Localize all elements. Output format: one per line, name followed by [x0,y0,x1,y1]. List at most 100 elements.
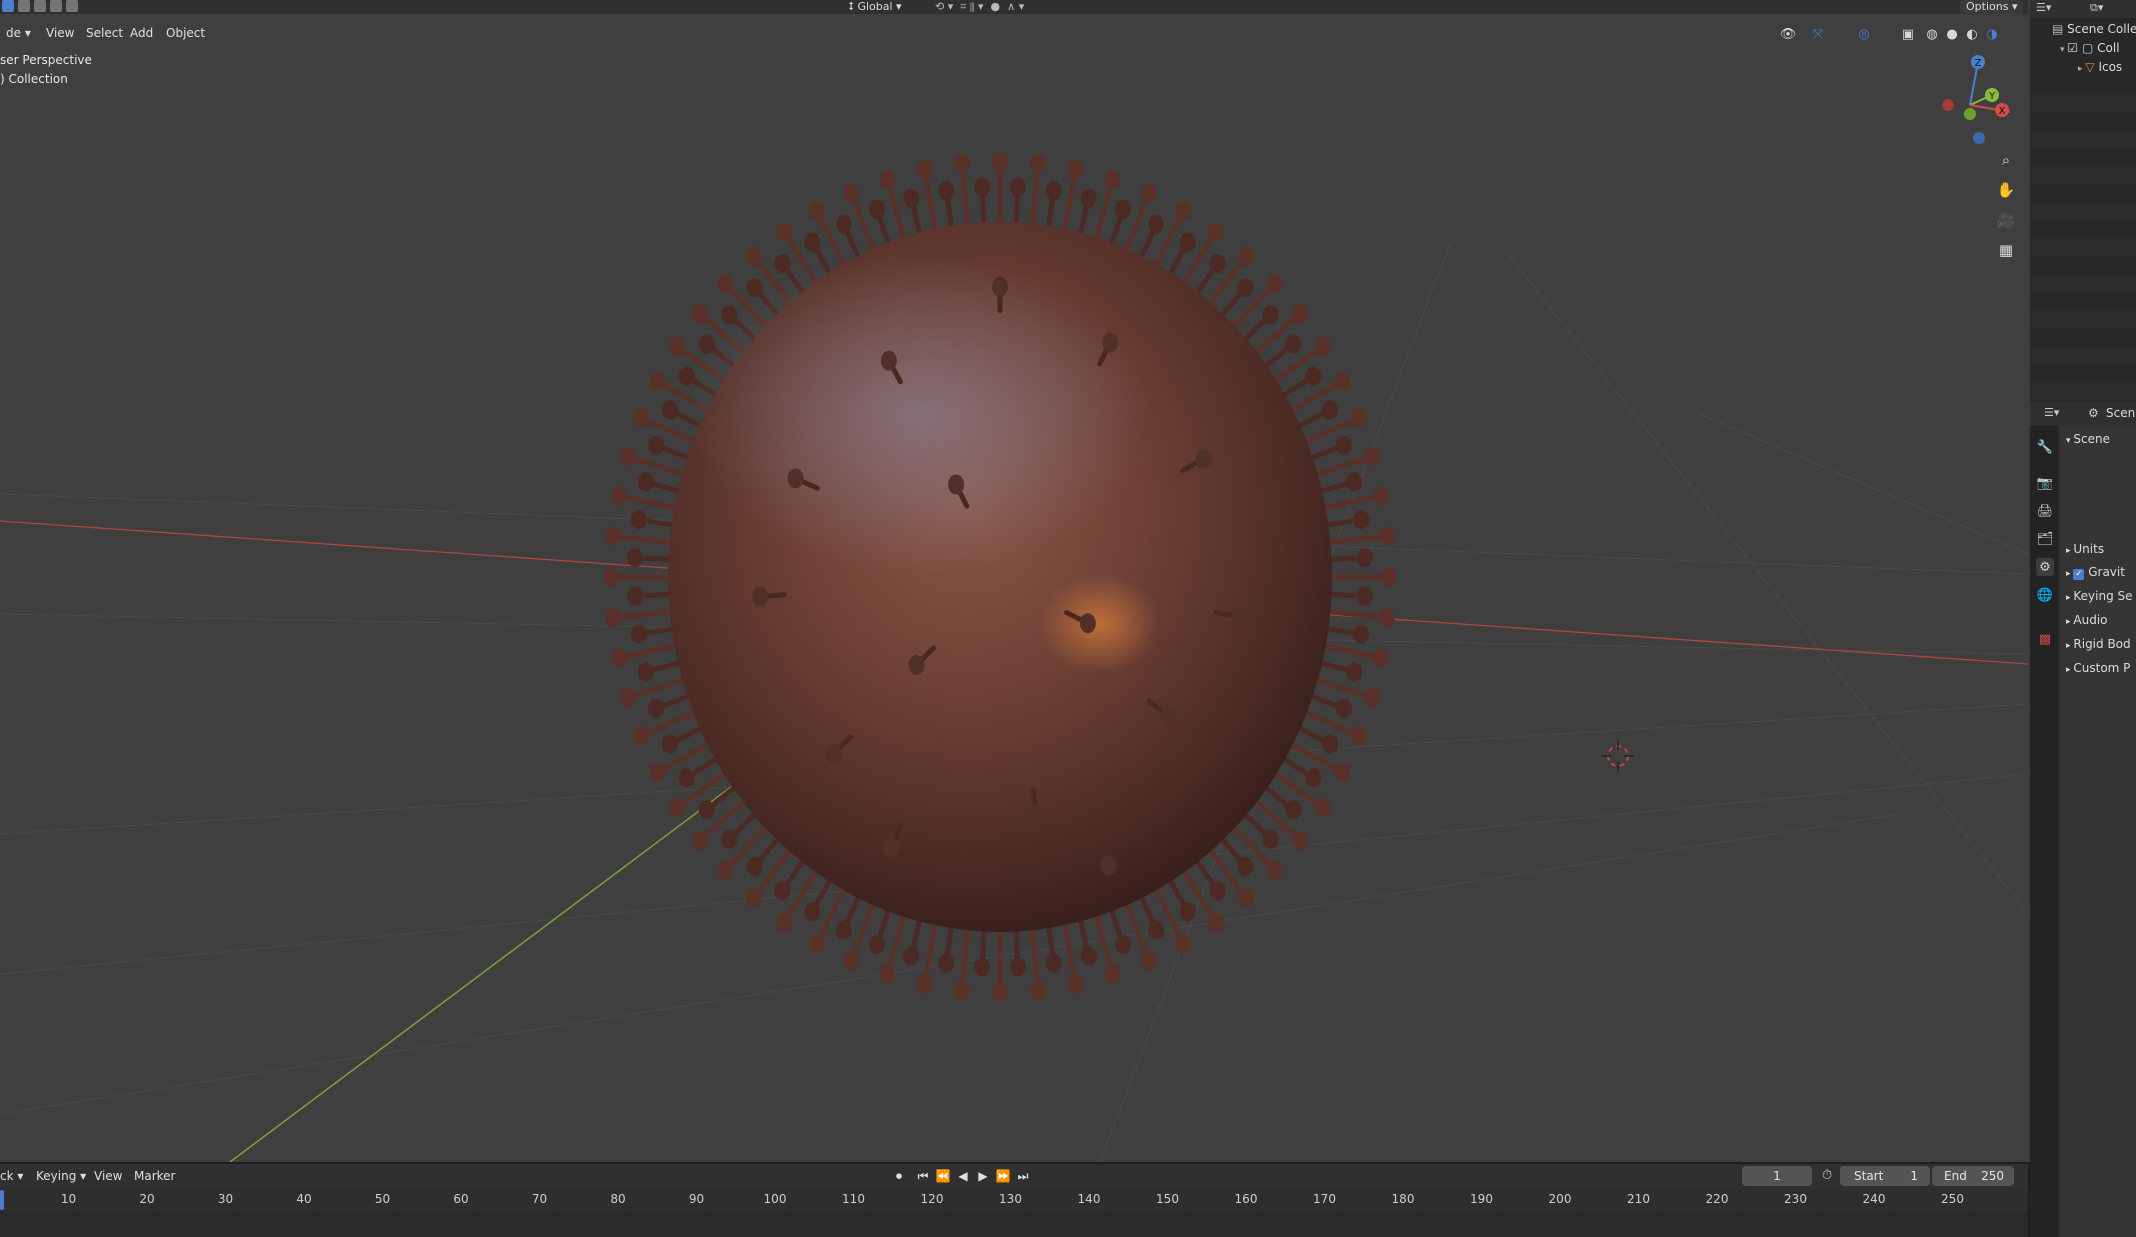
section-keying-sets[interactable]: ▸ Keying Se [2066,585,2136,607]
jump-end-icon[interactable]: ⏭ [1014,1167,1032,1185]
xray-icon[interactable]: ▣ [1896,23,1920,45]
expand-arrow-icon: ▸ [2066,569,2074,579]
section-units[interactable]: ▸ Units [2066,538,2136,560]
timeline-tick-label: 70 [531,1192,548,1206]
checkbox-icon[interactable]: ☑ [2067,41,2078,55]
mode-dropdown[interactable]: de ▾ [0,23,37,43]
3d-viewport[interactable]: de ▾ View Select Add Object 👁 ⤧ ◎ ▣ ◍ ● … [0,14,2028,1162]
playhead[interactable] [0,1190,4,1210]
timeline-right-filler [2028,1162,2030,1237]
timeline-tick-label: 30 [217,1192,234,1206]
3d-cursor [1602,740,1634,772]
navigation-gizmo[interactable]: Z Y X [1930,50,2010,150]
timeline-tick-label: 120 [920,1192,944,1206]
zoom-icon[interactable]: ⌕ [1992,146,2020,174]
next-keyframe-icon[interactable]: ⏩ [994,1167,1012,1185]
timeline-tick-label: 150 [1156,1192,1179,1206]
section-audio[interactable]: ▸ Audio [2066,609,2136,631]
timeline-tick-label: 170 [1313,1192,1336,1206]
world-tab-icon[interactable]: 🌐 [2036,586,2054,604]
gizmo-x-label: X [1999,106,2006,117]
outliner-row-scene-collection[interactable]: ▤ Scene Colle [2052,20,2136,38]
section-gravity[interactable]: ▸ ✓ Gravit [2066,561,2136,583]
timeline-tick-label: 20 [139,1192,155,1206]
timeline-tick-label: 190 [1470,1192,1493,1206]
timeline-tick-label: 210 [1627,1192,1650,1206]
playback-dropdown[interactable]: ck ▾ [0,1166,23,1186]
stopwatch-icon[interactable]: ⏱ [1822,1168,1832,1183]
timeline-tick-label: 140 [1077,1192,1101,1206]
view-perspective-label: ser Perspective [0,53,92,67]
timeline-tick-label: 50 [374,1192,391,1206]
scene-tab-icon[interactable]: ⚙ [2036,558,2054,576]
current-frame-field[interactable]: 1 [1742,1166,1812,1186]
outliner-rows-background [2030,76,2136,402]
properties-context-label: Scen [2106,406,2136,420]
visibility-icon[interactable]: 👁 [1776,23,1800,45]
timeline-view-menu[interactable]: View [94,1166,122,1186]
transform-orientation-dropdown[interactable]: ⭥ Global ▾ [848,0,902,14]
tool-tab-icon[interactable]: 🔧 [2036,438,2054,456]
record-icon[interactable]: ⏺ [890,1167,908,1185]
properties-header: ☰▾ ⚙ Scen [2030,402,2136,426]
options-dropdown[interactable]: Options ▾ [1960,0,2024,14]
gizmo-z-label: Z [1975,58,1982,69]
play-reverse-icon[interactable]: ◀ [954,1167,972,1185]
end-frame-field[interactable]: End 250 [1932,1166,2014,1186]
timeline-tick-label: 110 [842,1192,865,1206]
overlay-toggle-icon[interactable]: ◎ [1852,23,1876,45]
timeline-body[interactable] [0,1212,2028,1237]
timeline-tick-label: 60 [453,1192,469,1206]
timeline-tick-label: 100 [763,1192,787,1206]
timeline-tick-label: 80 [610,1192,626,1206]
output-tab-icon[interactable]: 🖨 [2036,502,2054,520]
collection-icon: ▢ [2081,41,2094,55]
timeline-tick-label: 90 [688,1192,705,1206]
outliner-row-collection[interactable]: ▾ ☑ ▢ Coll [2060,39,2120,57]
pivot-snap-icons[interactable]: ⟲ ▾ ⌗ ⫴ ▾ ● ∧ ▾ [935,0,1024,14]
timeline-marker-menu[interactable]: Marker [134,1166,175,1186]
gravity-checkbox[interactable]: ✓ [2073,569,2085,580]
texture-tab-icon[interactable]: ▩ [2036,630,2054,648]
select-mode-icons[interactable] [2,0,98,13]
menu-object[interactable]: Object [160,23,211,43]
gizmo-y-label: Y [1988,91,1996,102]
ortho-grid-icon[interactable]: ▦ [1992,236,2020,264]
gizmo-toggle-icon[interactable]: ⤧ [1806,23,1830,45]
prev-keyframe-icon[interactable]: ⏪ [934,1167,952,1185]
timeline-tick-label: 40 [296,1192,312,1206]
section-rigid-body[interactable]: ▸ Rigid Bod [2066,633,2136,655]
keying-dropdown[interactable]: Keying ▾ [36,1166,86,1186]
start-frame-field[interactable]: Start 1 [1840,1166,1930,1186]
outliner-header: ☰▾ ⧉▾ [2030,0,2136,18]
pan-hand-icon[interactable]: ✋ [1992,176,2020,204]
active-collection-label: ) Collection [0,72,68,86]
scene-icon: ⚙ [2088,406,2099,420]
section-custom-properties[interactable]: ▸ Custom P [2066,657,2136,679]
scene-render [0,152,2028,1162]
display-mode-icon[interactable]: ⧉▾ [2090,1,2103,15]
render-tab-icon[interactable]: 📷 [2036,474,2054,492]
menu-view[interactable]: View [40,23,80,43]
camera-view-icon[interactable]: 🎥 [1992,206,2020,234]
menu-add[interactable]: Add [124,23,159,43]
editor-type-icon[interactable]: ☰▾ [2044,406,2059,419]
timeline-tick-label: 200 [1548,1192,1572,1206]
timeline-tick-label: 160 [1234,1192,1258,1206]
editor-type-icon[interactable]: ☰▾ [2036,1,2051,14]
play-icon[interactable]: ▶ [974,1167,992,1185]
scene-panel-header[interactable]: ▾ Scene [2066,428,2136,450]
timeline-tick-label: 220 [1705,1192,1729,1206]
mesh-object-icon: ▽ [2085,60,2095,74]
timeline-tick-label: 10 [60,1192,77,1206]
timeline-tick-label: 230 [1784,1192,1807,1206]
top-toolbar-strip: ⭥ Global ▾ ⟲ ▾ ⌗ ⫴ ▾ ● ∧ ▾ Options ▾ [0,0,2028,14]
timeline-tick-label: 250 [1941,1192,1964,1206]
menu-select[interactable]: Select [80,23,129,43]
outliner-row-icosphere[interactable]: ▸ ▽ Icos [2078,58,2122,76]
timeline-tick-label: 240 [1862,1192,1886,1206]
rendered-shading-icon[interactable]: ◑ [1980,23,2004,45]
timeline-tick-label: 130 [999,1192,1022,1206]
view-layer-tab-icon[interactable]: 🗂 [2036,530,2054,548]
jump-start-icon[interactable]: ⏮ [914,1167,932,1185]
